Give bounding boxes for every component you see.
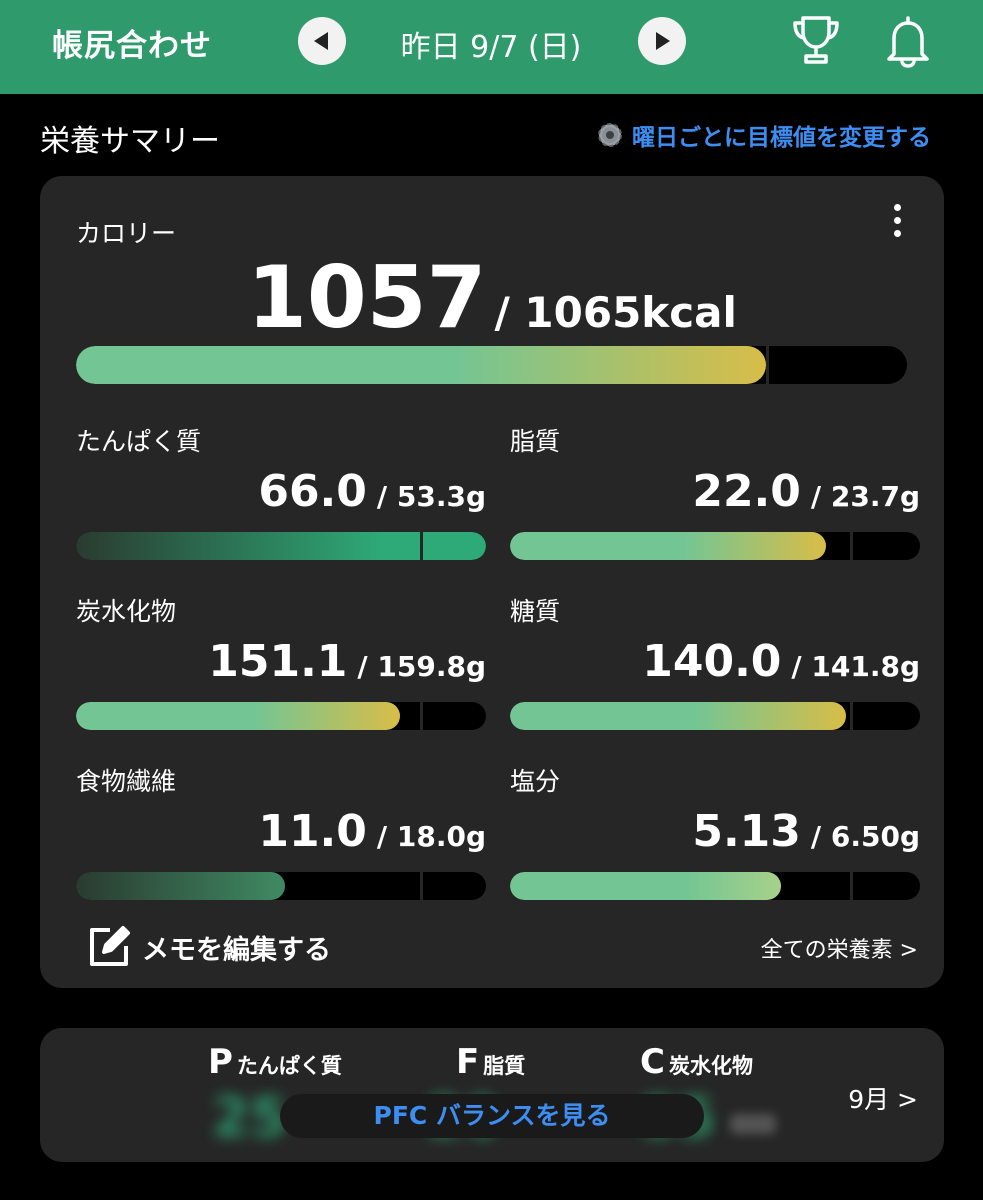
current-date[interactable]: 昨日 9/7 (日) bbox=[360, 22, 622, 66]
fat-target: / 23.7g bbox=[810, 480, 920, 513]
calorie-target: / 1065kcal bbox=[494, 288, 737, 337]
fiber-progress-fill bbox=[76, 872, 286, 900]
fiber-target: / 18.0g bbox=[376, 820, 486, 853]
more-options-icon[interactable] bbox=[890, 204, 904, 244]
salt-goal-marker bbox=[850, 872, 854, 900]
salt-value-row: 5.13 / 6.50g bbox=[510, 806, 920, 857]
fat-label: 脂質 bbox=[510, 427, 561, 456]
edit-memo-label: メモを編集する bbox=[142, 934, 331, 966]
carbohydrate-progress-fill bbox=[76, 702, 400, 730]
pfc-protein-name: たんぱく質 bbox=[236, 1054, 342, 1078]
notification-button[interactable] bbox=[882, 14, 934, 72]
calorie-value-row: 1057/ 1065kcal bbox=[40, 248, 944, 348]
fiber-goal-marker bbox=[420, 872, 424, 900]
triangle-right-icon bbox=[656, 32, 670, 50]
pfc-blurred-unit bbox=[730, 1114, 776, 1134]
month-link[interactable]: 9月 > bbox=[848, 1080, 918, 1116]
all-nutrients-link[interactable]: 全ての栄養素 > bbox=[761, 932, 918, 964]
edit-memo-button[interactable]: メモを編集する bbox=[86, 924, 331, 970]
carbohydrate-target: / 159.8g bbox=[357, 650, 486, 683]
change-goal-label: 曜日ごとに目標値を変更する bbox=[632, 125, 931, 151]
calorie-progress-fill bbox=[76, 346, 766, 384]
calorie-progress-bar bbox=[76, 346, 907, 384]
next-day-button[interactable] bbox=[638, 17, 686, 65]
gear-icon bbox=[598, 123, 622, 147]
change-goal-link[interactable]: 曜日ごとに目標値を変更する bbox=[594, 118, 931, 152]
fiber-value-row: 11.0 / 18.0g bbox=[76, 806, 486, 857]
protein-label: たんぱく質 bbox=[76, 427, 202, 456]
fat-progress-bar bbox=[510, 532, 920, 560]
salt-label: 塩分 bbox=[510, 767, 561, 796]
protein-value-row: 66.0 / 53.3g bbox=[76, 466, 486, 517]
salt-progress-fill bbox=[510, 872, 781, 900]
sugar-target: / 141.8g bbox=[791, 650, 920, 683]
fiber-value: 11.0 bbox=[258, 806, 367, 857]
carbohydrate-goal-marker bbox=[420, 702, 424, 730]
protein-progress-fill bbox=[76, 532, 486, 560]
app-title: 帳尻合わせ bbox=[52, 28, 212, 64]
carbohydrate-label: 炭水化物 bbox=[76, 597, 177, 626]
sugar-goal-marker bbox=[850, 702, 854, 730]
sugar-progress-fill bbox=[510, 702, 847, 730]
triangle-left-icon bbox=[314, 32, 328, 50]
salt-value: 5.13 bbox=[692, 806, 801, 857]
fat-goal-marker bbox=[850, 532, 854, 560]
pfc-balance-card: Pたんぱく質 F脂質 C炭水化物 25 20 55 PFC バランスを見る 9月… bbox=[40, 1028, 944, 1162]
view-pfc-balance-button[interactable]: PFC バランスを見る bbox=[280, 1094, 704, 1138]
previous-day-button[interactable] bbox=[298, 17, 346, 65]
calorie-goal-marker bbox=[765, 346, 769, 384]
nutrition-summary-card: カロリー 1057/ 1065kcal たんぱく質 66.0 / 53.3g 脂質 22… bbox=[40, 176, 944, 988]
trophy-icon bbox=[793, 16, 839, 64]
fat-progress-fill bbox=[510, 532, 826, 560]
pfc-carb-name: 炭水化物 bbox=[668, 1054, 753, 1078]
pfc-carb-letter: C bbox=[640, 1042, 665, 1082]
fiber-progress-bar bbox=[76, 872, 486, 900]
sugar-progress-bar bbox=[510, 702, 920, 730]
pfc-fat-name: 脂質 bbox=[483, 1054, 526, 1078]
protein-value: 66.0 bbox=[258, 466, 367, 517]
edit-note-icon bbox=[90, 926, 130, 966]
protein-target: / 53.3g bbox=[376, 480, 486, 513]
salt-target: / 6.50g bbox=[810, 820, 920, 853]
carbohydrate-value-row: 151.1 / 159.8g bbox=[76, 636, 486, 687]
pfc-carb-header: C 炭水化物 bbox=[640, 1042, 753, 1082]
pfc-protein-blurred-value: 25 bbox=[212, 1086, 288, 1149]
fat-value-row: 22.0 / 23.7g bbox=[510, 466, 920, 517]
fat-value: 22.0 bbox=[692, 466, 801, 517]
calorie-value: 1057 bbox=[247, 248, 487, 348]
sugar-value-row: 140.0 / 141.8g bbox=[510, 636, 920, 687]
pfc-fat-letter: F bbox=[456, 1042, 480, 1082]
salt-progress-bar bbox=[510, 872, 920, 900]
pfc-fat-header: F 脂質 bbox=[456, 1042, 525, 1082]
calorie-label: カロリー bbox=[76, 219, 177, 248]
trophy-button[interactable] bbox=[790, 14, 842, 72]
fiber-label: 食物繊維 bbox=[76, 767, 177, 796]
protein-goal-marker bbox=[420, 532, 424, 560]
pfc-protein-header: P たんぱく質 bbox=[208, 1042, 342, 1082]
carbohydrate-value: 151.1 bbox=[208, 636, 348, 687]
bell-icon bbox=[887, 16, 929, 68]
sugar-value: 140.0 bbox=[642, 636, 782, 687]
protein-progress-bar bbox=[76, 532, 486, 560]
app-header: 帳尻合わせ 昨日 9/7 (日) bbox=[0, 0, 983, 94]
sugar-label: 糖質 bbox=[510, 597, 561, 626]
section-title: 栄養サマリー bbox=[40, 124, 220, 159]
pfc-protein-letter: P bbox=[208, 1042, 233, 1082]
carbohydrate-progress-bar bbox=[76, 702, 486, 730]
